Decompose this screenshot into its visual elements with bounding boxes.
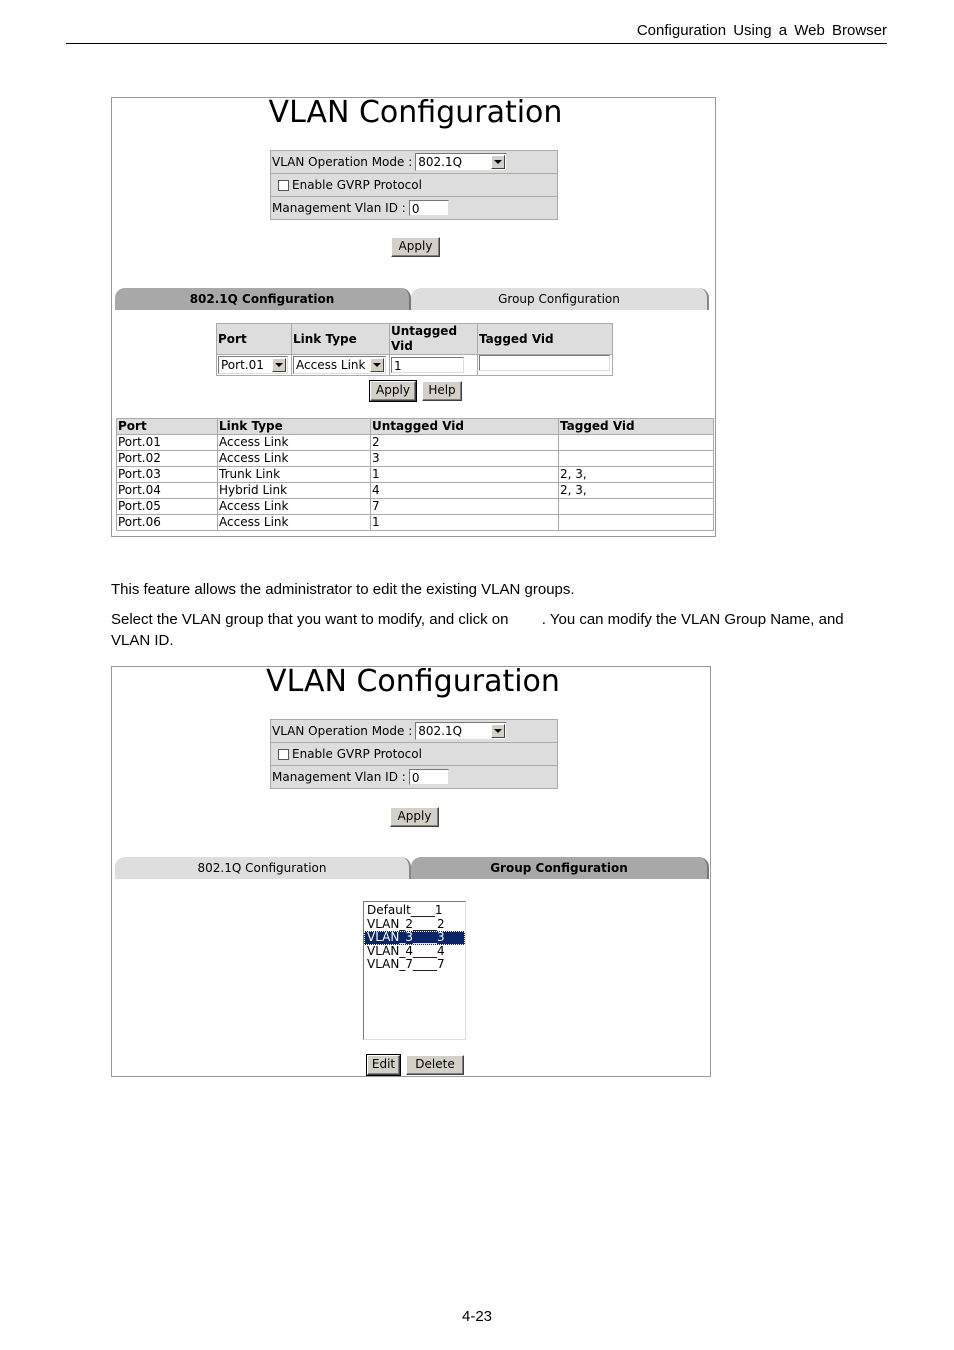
cell-link-type: Access Link — [217, 434, 371, 451]
operation-mode-select[interactable]: 802.1Q — [415, 153, 508, 171]
vlan-config-screenshot-8021q: VLAN Configuration VLAN Operation Mode :… — [111, 95, 716, 537]
port-config-form-table: Port Link Type Untagged Vid Tagged Vid P… — [216, 323, 613, 376]
table-row: Port.01 Access Link 2 — [116, 434, 714, 451]
gvrp-row: Enable GVRP Protocol — [271, 174, 557, 197]
chevron-down-icon — [491, 155, 506, 169]
gvrp-label: Enable GVRP Protocol — [292, 747, 422, 761]
tab-bar: 802.1Q Configuration Group Configuration — [115, 857, 709, 879]
gvrp-checkbox[interactable] — [278, 179, 289, 191]
tab-group-configuration[interactable]: Group Configuration — [411, 288, 709, 310]
vlan-group-option[interactable]: Default____1 — [364, 903, 465, 918]
vlan-group-option[interactable]: VLAN_4____4 — [364, 944, 465, 959]
vlan-group-option[interactable]: VLAN_2____2 — [364, 917, 465, 932]
cell-port: Port.06 — [116, 514, 218, 531]
gvrp-row: Enable GVRP Protocol — [271, 743, 557, 766]
page-title: VLAN Configuration — [268, 95, 563, 130]
link-type-select[interactable]: Access Link — [293, 356, 386, 374]
cell-untagged-vid: 4 — [370, 482, 559, 499]
global-settings-table: VLAN Operation Mode : 802.1Q Enable GVRP… — [270, 719, 558, 789]
cell-tagged-vid: 2, 3, — [558, 482, 714, 499]
help-button[interactable]: Help — [422, 381, 462, 401]
paragraph-instructions: Select the VLAN group that you want to m… — [111, 611, 848, 649]
col-header-link-type: Link Type — [217, 418, 371, 435]
mgmt-vlan-input[interactable]: 0 — [408, 200, 449, 216]
cell-tagged-vid — [558, 498, 714, 515]
apply-button[interactable]: Apply — [391, 237, 440, 257]
vlan-group-listbox[interactable]: Default____1 VLAN_2____2 VLAN_3____3 VLAN_4… — [363, 901, 466, 1040]
cell-link-type: Access Link — [217, 450, 371, 467]
cell-link-type: Access Link — [217, 514, 371, 531]
cell-untagged-vid: 7 — [370, 498, 559, 515]
mgmt-vlan-input[interactable]: 0 — [408, 769, 449, 785]
cell-link-type: Access Link — [217, 498, 371, 515]
col-header-tagged-vid: Tagged Vid — [558, 418, 714, 435]
table-row: Port.02 Access Link 3 — [116, 450, 714, 467]
tab-group-configuration[interactable]: Group Configuration — [411, 857, 709, 879]
mgmt-vlan-label: Management Vlan ID : — [272, 770, 406, 784]
header-rule — [66, 43, 887, 44]
mgmt-vlan-label: Management Vlan ID : — [272, 201, 406, 215]
chevron-down-icon — [370, 358, 384, 372]
col-header-port: Port — [116, 418, 218, 435]
paragraph-intro: This feature allows the administrator to… — [111, 581, 575, 598]
cell-untagged-vid: 1 — [370, 466, 559, 483]
tab-bar: 802.1Q Configuration Group Configuration — [115, 288, 709, 310]
cell-tagged-vid — [558, 434, 714, 451]
cell-link-type: Hybrid Link — [217, 482, 371, 499]
tab-8021q-configuration[interactable]: 802.1Q Configuration — [115, 857, 411, 879]
col-header-untagged-vid: Untagged Vid — [389, 323, 478, 355]
operation-mode-row: VLAN Operation Mode : 802.1Q — [271, 151, 557, 174]
gvrp-checkbox[interactable] — [278, 748, 289, 760]
operation-mode-row: VLAN Operation Mode : 802.1Q — [271, 720, 557, 743]
cell-tagged-vid — [558, 514, 714, 531]
mgmt-vlan-row: Management Vlan ID : 0 — [271, 197, 557, 219]
chevron-down-icon — [272, 358, 286, 372]
delete-button[interactable]: Delete — [406, 1055, 464, 1075]
table-row: Port.04 Hybrid Link 4 2, 3, — [116, 482, 714, 499]
cell-port: Port.01 — [116, 434, 218, 451]
cell-tagged-vid — [558, 450, 714, 467]
col-header-port: Port — [216, 323, 292, 355]
apply-button[interactable]: Apply — [390, 807, 439, 827]
cell-port: Port.02 — [116, 450, 218, 467]
tagged-vid-input[interactable] — [479, 355, 610, 371]
apply-port-button[interactable]: Apply — [369, 380, 417, 402]
cell-tagged-vid: 2, 3, — [558, 466, 714, 483]
table-row: Port.05 Access Link 7 — [116, 498, 714, 515]
vlan-group-option[interactable]: VLAN_7____7 — [364, 957, 465, 972]
operation-mode-label: VLAN Operation Mode : — [272, 155, 413, 169]
vlan-group-option[interactable]: VLAN_3____3 — [364, 930, 465, 945]
chevron-down-icon — [491, 724, 506, 738]
cell-port: Port.04 — [116, 482, 218, 499]
operation-mode-label: VLAN Operation Mode : — [272, 724, 413, 738]
col-header-untagged-vid: Untagged Vid — [370, 418, 559, 435]
global-settings-table: VLAN Operation Mode : 802.1Q Enable GVRP… — [270, 150, 558, 220]
tab-8021q-configuration[interactable]: 802.1Q Configuration — [115, 288, 411, 310]
cell-link-type: Trunk Link — [217, 466, 371, 483]
table-row: Port.06 Access Link 1 — [116, 514, 714, 531]
operation-mode-select[interactable]: 802.1Q — [415, 722, 508, 740]
cell-untagged-vid: 3 — [370, 450, 559, 467]
cell-port: Port.05 — [116, 498, 218, 515]
gvrp-label: Enable GVRP Protocol — [292, 178, 422, 192]
page-number: 4-23 — [461, 1308, 493, 1325]
edit-button[interactable]: Edit — [366, 1054, 401, 1076]
port-select[interactable]: Port.01 — [218, 356, 288, 374]
cell-port: Port.03 — [116, 466, 218, 483]
col-header-tagged-vid: Tagged Vid — [477, 323, 613, 355]
page-title: VLAN Configuration — [266, 664, 560, 699]
col-header-link-type: Link Type — [291, 323, 390, 355]
mgmt-vlan-row: Management Vlan ID : 0 — [271, 766, 557, 788]
running-header: Configuration Using a Web Browser — [636, 22, 887, 39]
vlan-config-screenshot-group: VLAN Configuration VLAN Operation Mode :… — [111, 664, 711, 1077]
port-vlan-table: Port Link Type Untagged Vid Tagged Vid P… — [116, 418, 714, 531]
cell-untagged-vid: 2 — [370, 434, 559, 451]
cell-untagged-vid: 1 — [370, 514, 559, 531]
untagged-vid-input[interactable]: 1 — [391, 356, 464, 373]
table-row: Port.03 Trunk Link 1 2, 3, — [116, 466, 714, 483]
